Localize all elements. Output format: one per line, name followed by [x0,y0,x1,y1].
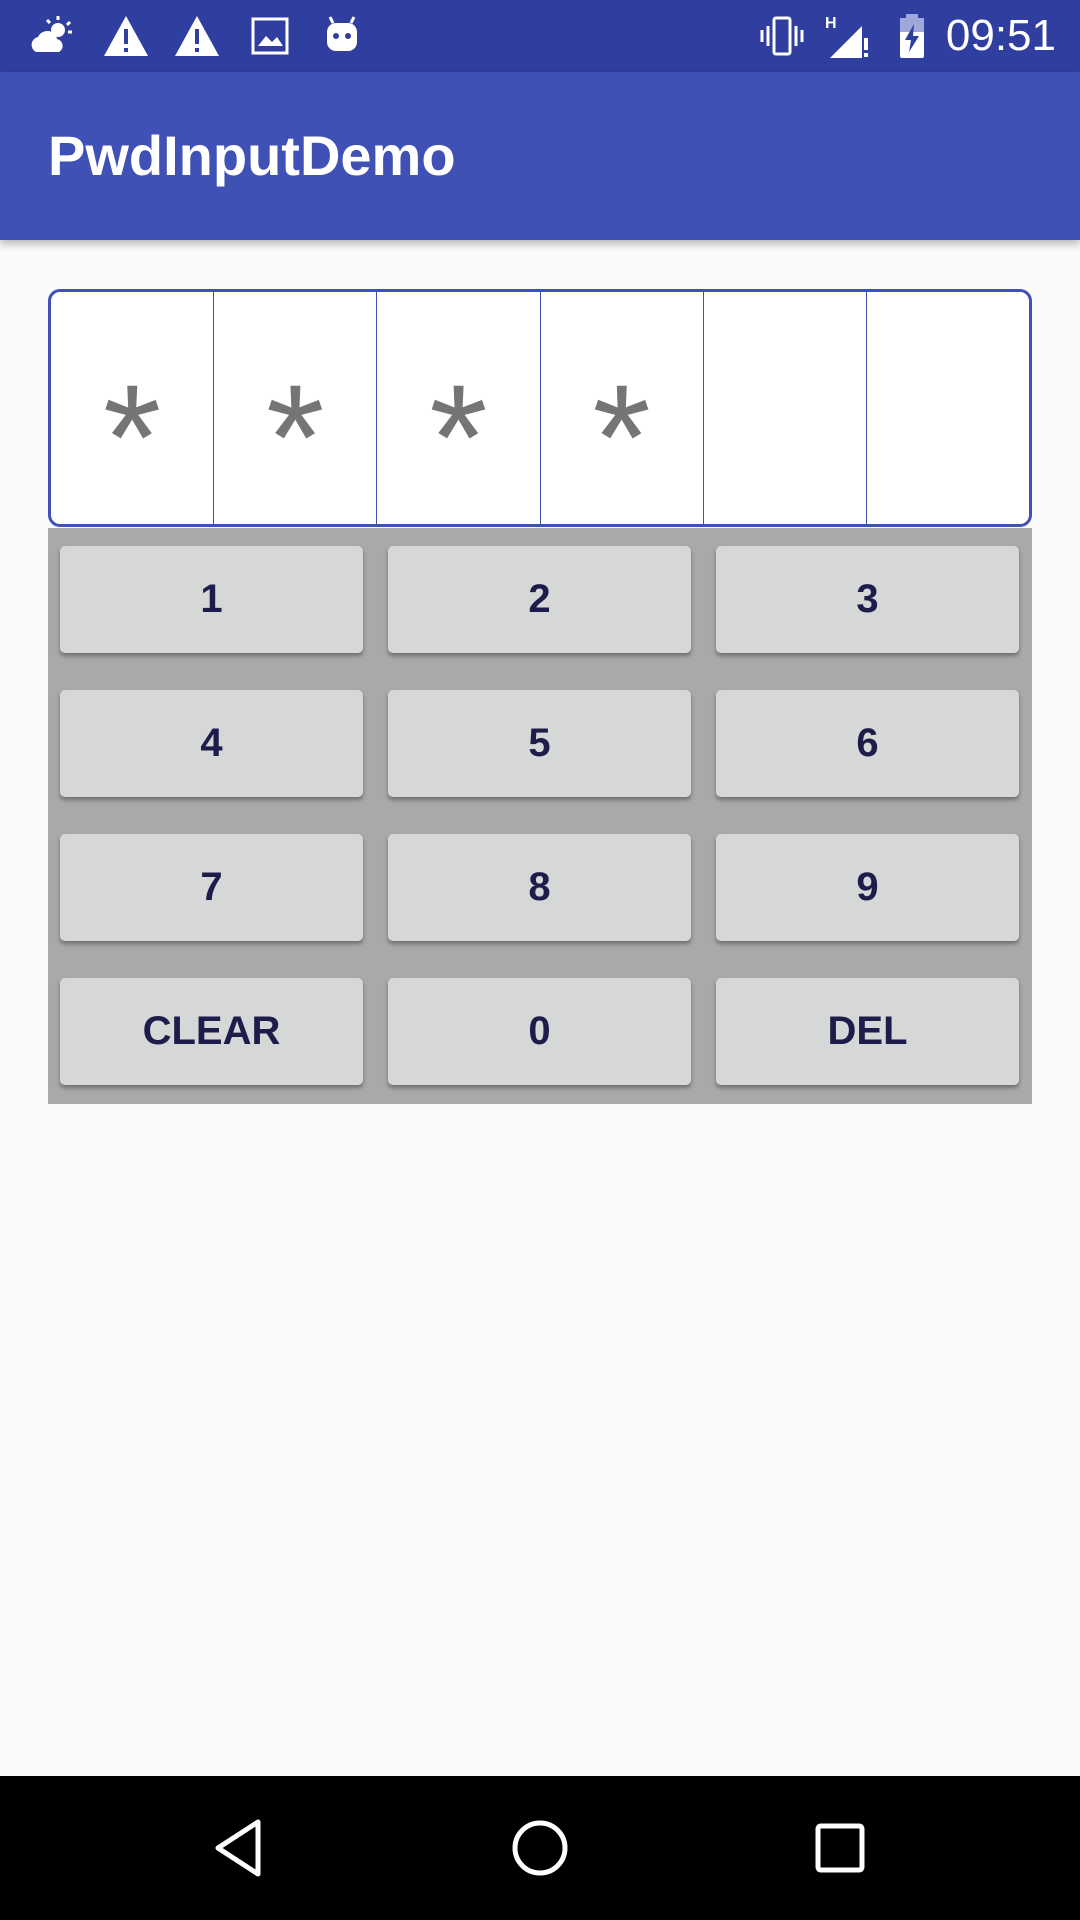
app-title: PwdInputDemo [48,124,456,187]
warning-icon [102,12,150,60]
key-0-button[interactable]: 0 [388,978,691,1085]
home-icon[interactable] [504,1812,576,1884]
recents-icon[interactable] [804,1812,876,1884]
image-icon [246,12,294,60]
key-2-button[interactable]: 2 [388,546,691,653]
app-bar: PwdInputDemo [0,72,1080,240]
back-icon[interactable] [204,1812,276,1884]
warning-icon [173,12,221,60]
password-digit-cell: * [51,292,215,524]
password-digit-cell [867,292,1029,524]
vibrate-icon [758,12,806,60]
key-5-button[interactable]: 5 [388,690,691,797]
status-time: 09:51 [945,11,1056,60]
key-1-button[interactable]: 1 [60,546,363,653]
delete-button[interactable]: DEL [716,978,1019,1085]
password-digit-cell [704,292,867,524]
password-input[interactable]: * * * * [48,289,1032,527]
password-digit-cell: * [377,292,541,524]
key-7-button[interactable]: 7 [60,834,363,941]
key-4-button[interactable]: 4 [60,690,363,797]
numeric-keypad: 1 2 3 4 5 6 7 8 9 CLEAR 0 DEL [48,528,1032,1104]
status-bar: H 09:51 [0,0,1080,72]
svg-text:H: H [825,15,837,32]
password-digit-cell: * [541,292,704,524]
password-digit-cell: * [214,292,378,524]
battery-charging-icon [888,12,936,60]
clear-button[interactable]: CLEAR [60,978,363,1085]
navigation-bar [0,1776,1080,1920]
android-icon [318,12,366,60]
key-6-button[interactable]: 6 [716,690,1019,797]
key-3-button[interactable]: 3 [716,546,1019,653]
signal-h-icon: H [824,12,872,60]
key-8-button[interactable]: 8 [388,834,691,941]
weather-partly-cloudy-icon [28,12,76,60]
key-9-button[interactable]: 9 [716,834,1019,941]
